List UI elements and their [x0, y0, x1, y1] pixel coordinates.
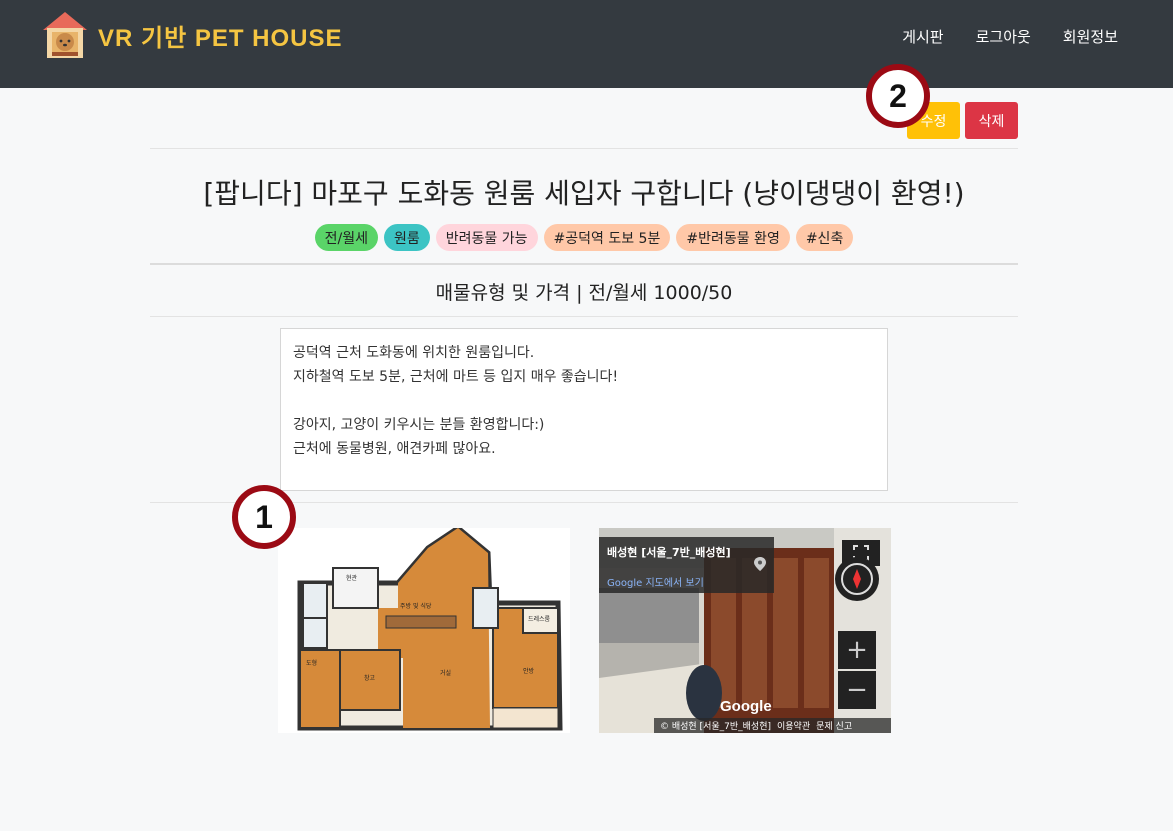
street-view-name: 배성현 [서울_7반_배성현]: [607, 546, 731, 559]
street-view-panel[interactable]: 배성현 [서울_7반_배성현] Google 지도에서 보기 + − Googl…: [599, 528, 891, 733]
street-view-info: 배성현 [서울_7반_배성현] Google 지도에서 보기: [599, 537, 774, 593]
google-logo: Google: [720, 698, 772, 715]
location-pin-icon: [754, 556, 766, 571]
divider: [150, 316, 1018, 317]
street-view-footer: © 배성현 [서울_7반_배성현] 이용약관 문제 신고: [654, 718, 891, 733]
room-label: 현관: [346, 574, 358, 582]
tag-label: #공덕역 도보 5분: [553, 230, 661, 247]
report-problem-link[interactable]: 문제 신고: [816, 719, 852, 732]
google-maps-link[interactable]: Google 지도에서 보기: [607, 574, 766, 589]
description-line: 지하철역 도보 5분, 근처에 마트 등 입지 매우 좋습니다!: [293, 369, 619, 385]
tag-badge[interactable]: #신축: [795, 224, 854, 251]
divider: [150, 148, 1018, 149]
nav-logout-link[interactable]: 로그아웃: [976, 26, 1031, 47]
post-title: [팝니다] 마포구 도화동 원룸 세입자 구합니다 (냥이댕댕이 환영!): [203, 177, 965, 210]
room-label: 도형: [306, 659, 317, 667]
divider: [150, 263, 1018, 265]
floor-plan-image[interactable]: 현관 주방 및 식당 드레스룸 도형 창고 거실 안방: [278, 524, 570, 733]
tag-list: 전/월세 원룸 반려동물 가능 #공덕역 도보 5분 #반려동물 환영 #신축: [150, 224, 1018, 251]
zoom-in-icon[interactable]: +: [838, 631, 876, 669]
terms-link[interactable]: 이용약관: [777, 719, 810, 732]
tag-label: 전/월세: [324, 230, 369, 247]
annotation-marker-1: 1: [232, 485, 296, 549]
description-line: 강아지, 고양이 키우시는 분들 환영합니다:): [293, 417, 545, 433]
tag-label: #반려동물 환영: [686, 230, 780, 247]
navbar: VR 기반 PET HOUSE 게시판 로그아웃 회원정보: [0, 0, 1173, 88]
price-info: 매물유형 및 가격 | 전/월세 1000/50: [435, 282, 733, 304]
nav-board-link[interactable]: 게시판: [902, 26, 943, 47]
description-box: 공덕역 근처 도화동에 위치한 원룸입니다. 지하철역 도보 5분, 근처에 마…: [280, 328, 888, 491]
room-label: 거실: [440, 669, 451, 677]
tag-badge[interactable]: #반려동물 환영: [676, 224, 790, 251]
delete-button[interactable]: 삭제: [965, 102, 1018, 139]
annotation-marker-2: 2: [866, 64, 930, 128]
description-line: [293, 389, 875, 413]
room-label: 창고: [364, 674, 376, 682]
tag-label: 원룸: [394, 230, 420, 247]
description-line: 공덕역 근처 도화동에 위치한 원룸입니다.: [293, 345, 535, 361]
room-label: 주방 및 식당: [400, 602, 432, 610]
copyright-text: © 배성현 [서울_7반_배성현]: [660, 722, 771, 732]
room-label: 드레스룸: [528, 615, 551, 623]
tag-label: #신축: [805, 230, 844, 247]
nav-profile-link[interactable]: 회원정보: [1063, 26, 1118, 47]
tag-badge[interactable]: 반려동물 가능: [435, 224, 538, 251]
brand-title: VR 기반 PET HOUSE: [98, 24, 343, 52]
room-label: 안방: [523, 667, 535, 675]
zoom-out-icon[interactable]: −: [838, 671, 876, 709]
brand[interactable]: VR 기반 PET HOUSE: [40, 10, 343, 60]
description-line: 근처에 동물병원, 애견카페 많아요.: [293, 441, 496, 457]
tag-badge[interactable]: 전/월세: [314, 224, 379, 251]
compass-icon[interactable]: [835, 557, 879, 601]
tag-label: 반려동물 가능: [445, 230, 528, 247]
tag-badge[interactable]: 원룸: [384, 224, 430, 251]
tag-badge[interactable]: #공덕역 도보 5분: [543, 224, 671, 251]
nav-links: 게시판 로그아웃 회원정보: [902, 26, 1118, 47]
pet-house-logo-icon: [40, 10, 90, 60]
